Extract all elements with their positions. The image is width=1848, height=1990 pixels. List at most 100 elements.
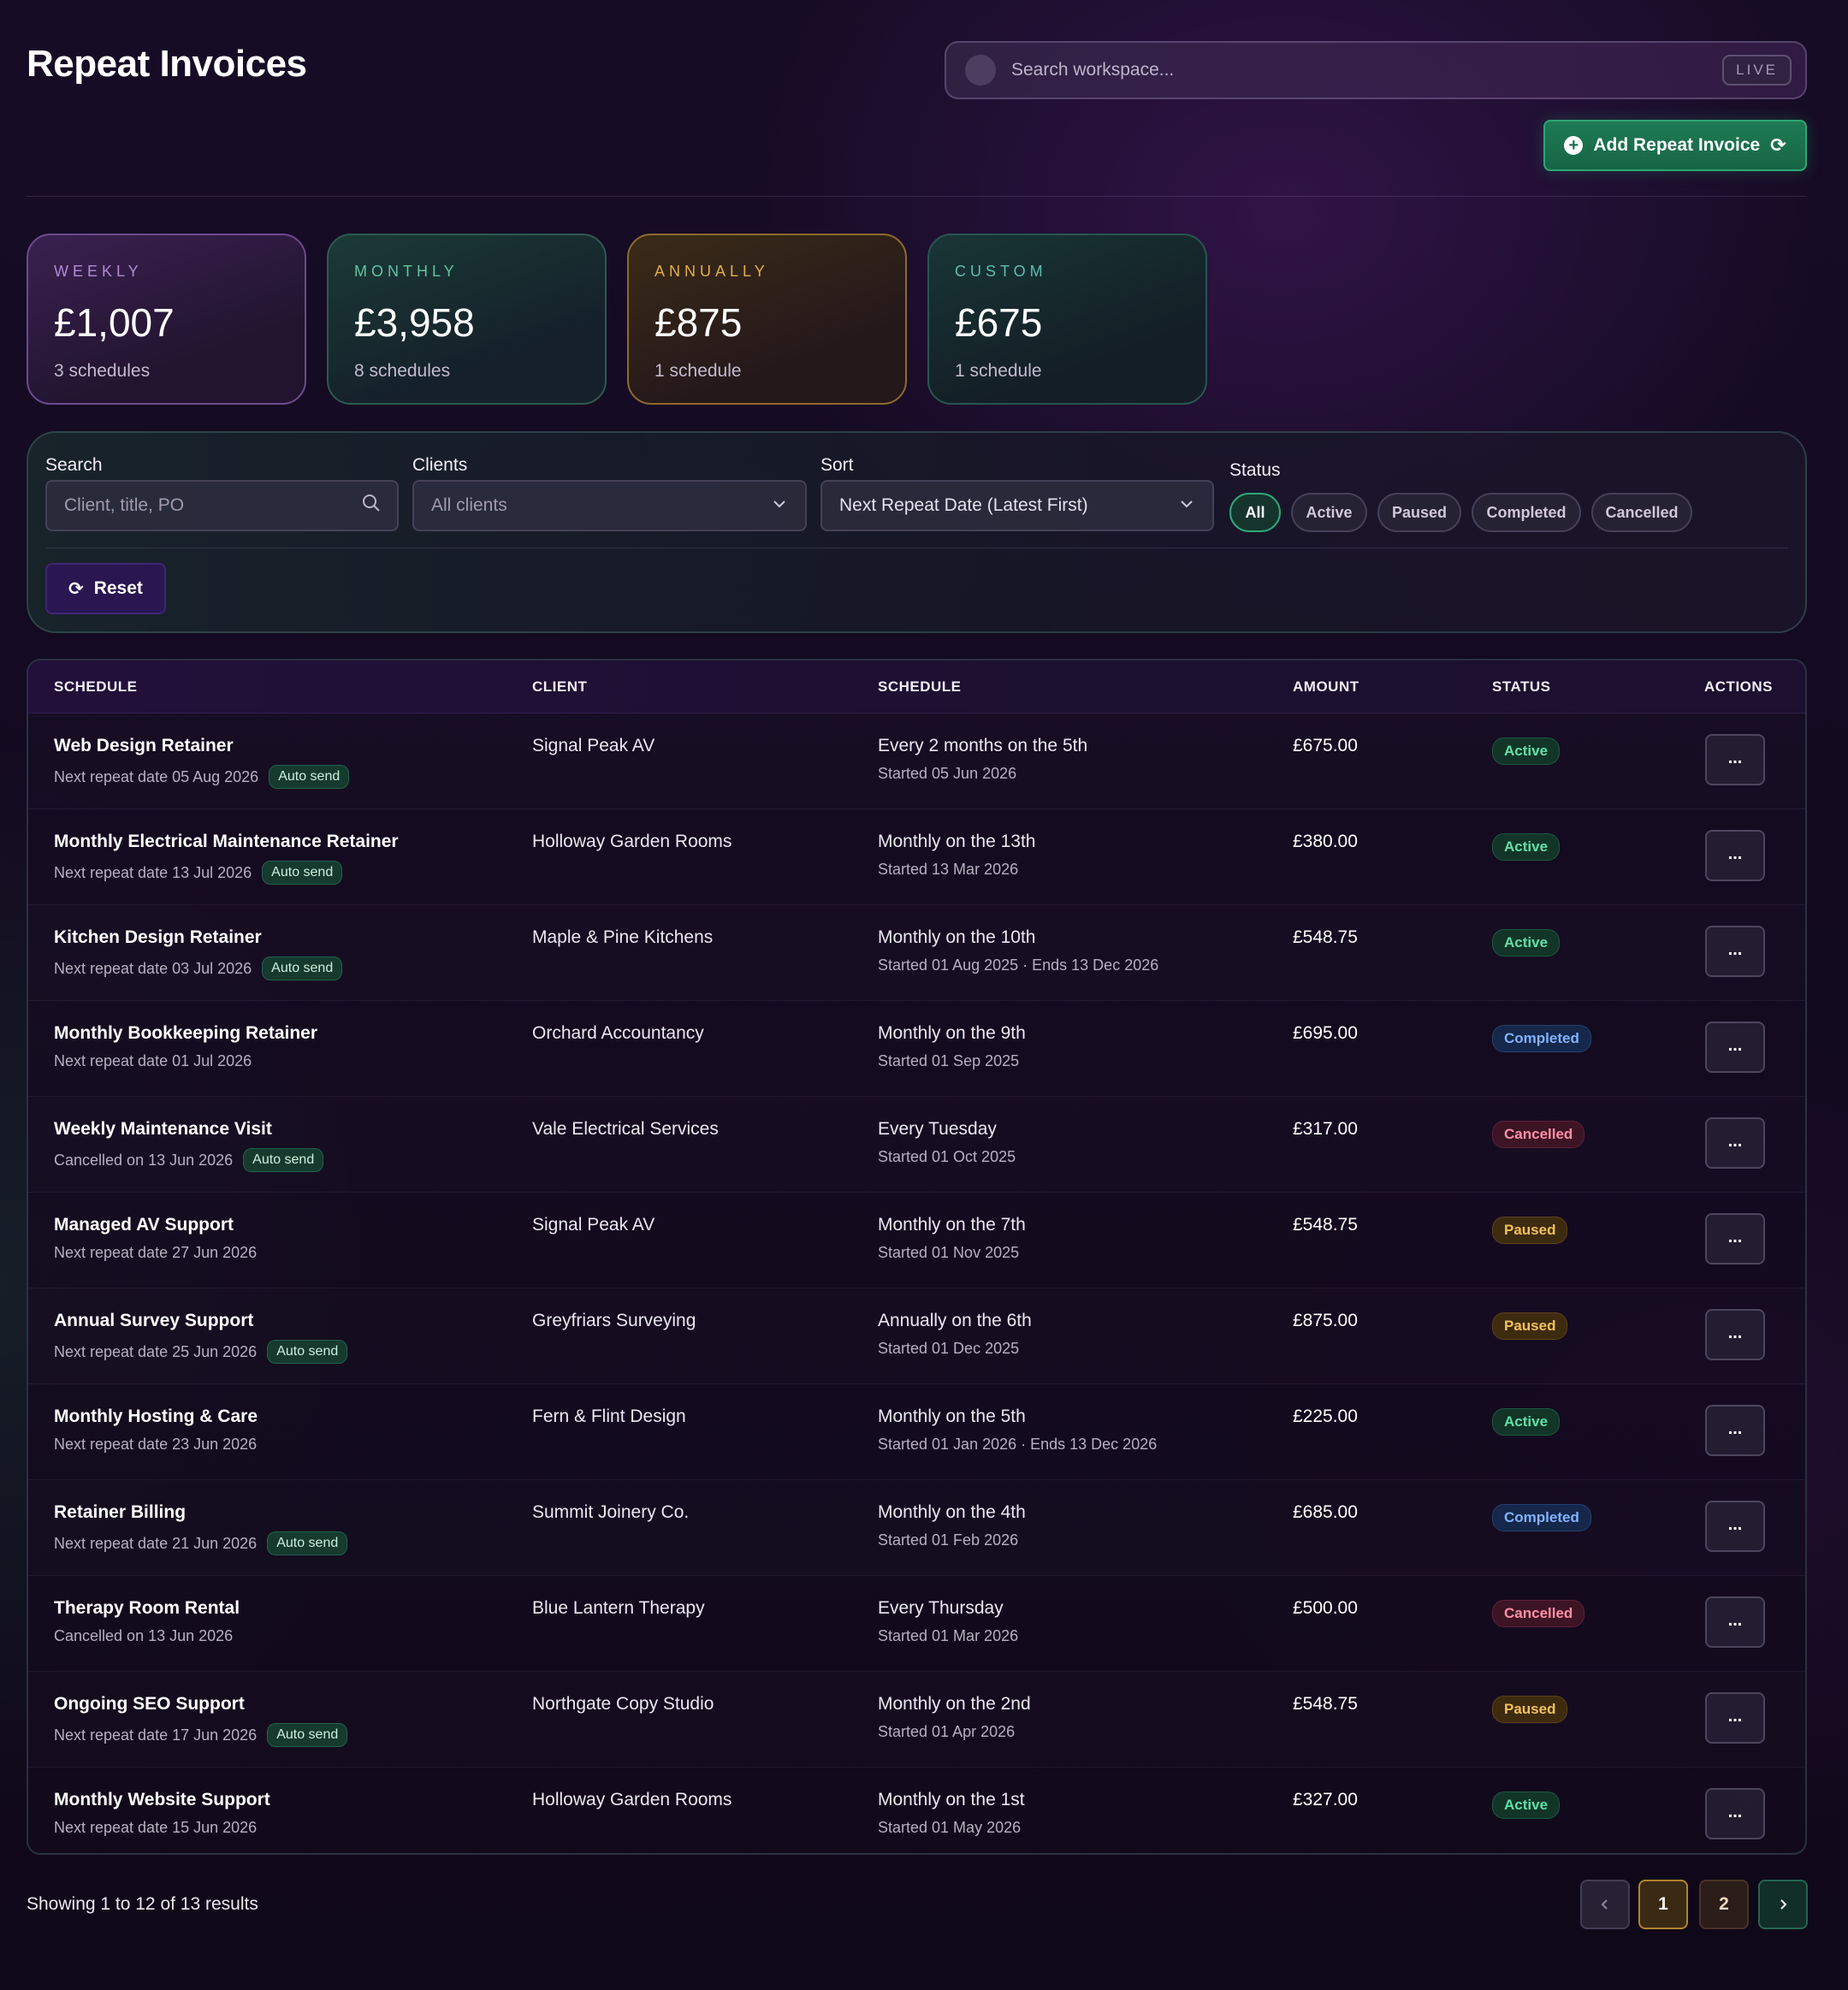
client-name: Northgate Copy Studio	[532, 1694, 714, 1714]
table-row[interactable]: Managed AV Support Next repeat date 27 Ju…	[28, 1193, 1805, 1288]
schedule-next-date: Next repeat date 25 Jun 2026	[54, 1342, 258, 1360]
schedule-title[interactable]: Kitchen Design Retainer	[54, 927, 262, 948]
row-actions-button[interactable]: ...	[1705, 1117, 1765, 1169]
stat-card-weekly: WEEKLY £1,007 3 schedules	[27, 234, 306, 405]
table-row[interactable]: Therapy Room Rental Cancelled on 13 Jun 2…	[28, 1576, 1805, 1672]
amount: £225.00	[1293, 1407, 1358, 1426]
table-row[interactable]: Retainer Billing Next repeat date 21 Jun …	[28, 1480, 1805, 1576]
schedule-title[interactable]: Annual Survey Support	[54, 1311, 253, 1331]
row-actions-button[interactable]: ...	[1705, 830, 1765, 881]
clients-select-value: All clients	[431, 495, 507, 515]
client-name: Holloway Garden Rooms	[532, 1790, 732, 1809]
schedule-title[interactable]: Managed AV Support	[54, 1215, 234, 1235]
schedule-title[interactable]: Ongoing SEO Support	[54, 1694, 245, 1715]
add-repeat-invoice-button[interactable]: + Add Repeat Invoice ⟳	[1543, 120, 1807, 171]
next-page-button[interactable]	[1758, 1880, 1808, 1929]
table-row[interactable]: Annual Survey Support Next repeat date 25…	[28, 1288, 1805, 1384]
row-actions-button[interactable]: ...	[1705, 1405, 1765, 1456]
table-row[interactable]: Web Design Retainer Next repeat date 05 A…	[28, 714, 1805, 809]
previous-page-button[interactable]	[1580, 1880, 1630, 1929]
schedule-next-date: Next repeat date 21 Jun 2026	[54, 1534, 258, 1552]
schedule-pattern: Annually on the 6th	[878, 1311, 1032, 1330]
column-header-client[interactable]: CLIENT	[532, 678, 587, 696]
schedule-next-date: Next repeat date 27 Jun 2026	[54, 1244, 258, 1261]
table-row[interactable]: Weekly Maintenance Visit Cancelled on 13 …	[28, 1097, 1805, 1193]
row-actions-button[interactable]: ...	[1705, 1309, 1765, 1360]
filter-panel	[27, 431, 1807, 633]
column-header-schedule-pattern[interactable]: SCHEDULE	[878, 678, 962, 696]
schedule-title[interactable]: Monthly Hosting & Care	[54, 1407, 258, 1427]
stat-card-monthly: MONTHLY £3,958 8 schedules	[327, 234, 607, 405]
schedule-next-date-row: Next repeat date 01 Jul 2026	[54, 1052, 252, 1070]
row-actions-button[interactable]: ...	[1705, 1788, 1765, 1839]
schedule-next-date: Next repeat date 15 Jun 2026	[54, 1819, 258, 1836]
table-row[interactable]: Ongoing SEO Support Next repeat date 17 J…	[28, 1672, 1805, 1768]
schedule-started: Started 05 Jun 2026	[878, 765, 1017, 782]
reset-button[interactable]: ⟳ Reset	[45, 563, 166, 614]
page-button-2[interactable]: 2	[1699, 1880, 1749, 1929]
live-badge: LIVE	[1722, 55, 1792, 86]
status-filter-paused[interactable]: Paused	[1377, 493, 1461, 532]
refresh-icon: ⟳	[68, 578, 84, 599]
column-header-schedule[interactable]: SCHEDULE	[54, 678, 138, 696]
row-actions-button[interactable]: ...	[1705, 734, 1765, 785]
search-filter-input[interactable]: Client, title, PO	[45, 480, 399, 531]
status-filter-completed[interactable]: Completed	[1472, 493, 1581, 532]
schedule-next-date: Cancelled on 13 Jun 2026	[54, 1627, 234, 1644]
row-actions-button[interactable]: ...	[1705, 1022, 1765, 1073]
schedule-title[interactable]: Weekly Maintenance Visit	[54, 1119, 272, 1140]
schedule-next-date-row: Next repeat date 17 Jun 2026 Auto send	[54, 1723, 348, 1747]
schedule-pattern: Monthly on the 7th	[878, 1215, 1026, 1235]
schedule-next-date-row: Next repeat date 23 Jun 2026	[54, 1436, 257, 1454]
schedule-title[interactable]: Therapy Room Rental	[54, 1598, 240, 1619]
amount: £380.00	[1293, 832, 1358, 851]
table-row[interactable]: Monthly Hosting & Care Next repeat date 2…	[28, 1384, 1805, 1480]
sort-select[interactable]: Next Repeat Date (Latest First)	[820, 480, 1214, 531]
stat-card-custom: CUSTOM £675 1 schedule	[927, 234, 1207, 405]
row-actions-button[interactable]: ...	[1705, 1596, 1765, 1648]
client-name: Greyfriars Surveying	[532, 1311, 696, 1330]
table-row[interactable]: Monthly Electrical Maintenance Retainer N…	[28, 809, 1805, 905]
schedule-next-date-row: Next repeat date 03 Jul 2026 Auto send	[54, 957, 343, 980]
schedule-pattern: Monthly on the 9th	[878, 1023, 1026, 1043]
schedule-title[interactable]: Retainer Billing	[54, 1502, 186, 1523]
stat-count: 8 schedules	[354, 361, 451, 381]
search-filter-label: Search	[45, 455, 103, 475]
row-actions-button[interactable]: ...	[1705, 1501, 1765, 1552]
status-badge: Cancelled	[1492, 1600, 1585, 1627]
client-name: Vale Electrical Services	[532, 1119, 719, 1139]
table-row[interactable]: Kitchen Design Retainer Next repeat date …	[28, 905, 1805, 1001]
workspace-search[interactable]: Search workspace... LIVE	[945, 41, 1807, 99]
amount: £317.00	[1293, 1119, 1358, 1139]
refresh-icon: ⟳	[1770, 134, 1786, 156]
chevron-down-icon	[1170, 495, 1204, 517]
table-row[interactable]: Monthly Website Support Next repeat date …	[28, 1768, 1805, 1853]
schedule-title[interactable]: Monthly Electrical Maintenance Retainer	[54, 832, 399, 852]
schedule-started: Started 01 Sep 2025	[878, 1052, 1020, 1069]
chevron-right-icon	[1780, 1899, 1787, 1910]
status-filter-active[interactable]: Active	[1291, 493, 1367, 532]
column-header-actions: ACTIONS	[1704, 678, 1773, 695]
schedule-title[interactable]: Web Design Retainer	[54, 736, 234, 756]
column-header-status[interactable]: STATUS	[1492, 678, 1550, 696]
amount: £875.00	[1293, 1311, 1358, 1330]
column-header-amount[interactable]: AMOUNT	[1293, 678, 1359, 696]
amount: £327.00	[1293, 1790, 1358, 1809]
schedule-title[interactable]: Monthly Website Support	[54, 1790, 270, 1810]
page-button-1[interactable]: 1	[1638, 1880, 1688, 1929]
row-actions-button[interactable]: ...	[1705, 1213, 1765, 1264]
clients-select[interactable]: All clients	[412, 480, 807, 531]
schedule-pattern: Monthly on the 4th	[878, 1502, 1026, 1522]
status-badge: Active	[1492, 833, 1561, 861]
table-row[interactable]: Monthly Bookkeeping Retainer Next repeat …	[28, 1001, 1805, 1097]
schedule-next-date: Cancelled on 13 Jun 2026	[54, 1151, 234, 1169]
status-badge: Active	[1492, 929, 1561, 957]
row-actions-button[interactable]: ...	[1705, 926, 1765, 977]
status-filter-all[interactable]: All	[1229, 493, 1281, 532]
schedule-next-date-row: Next repeat date 13 Jul 2026 Auto send	[54, 861, 343, 885]
status-filter-cancelled[interactable]: Cancelled	[1591, 493, 1692, 532]
auto-send-badge: Auto send	[243, 1148, 324, 1172]
workspace-search-input[interactable]: Search workspace...	[1011, 60, 1722, 80]
row-actions-button[interactable]: ...	[1705, 1692, 1765, 1744]
schedule-title[interactable]: Monthly Bookkeeping Retainer	[54, 1023, 317, 1044]
